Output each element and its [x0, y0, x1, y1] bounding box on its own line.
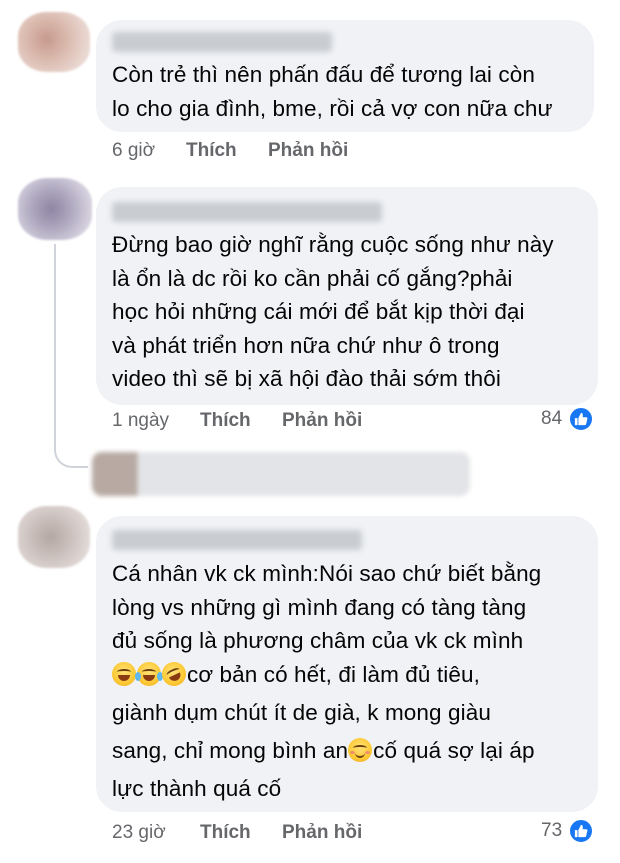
comment-time[interactable]: 23 giờ	[112, 822, 166, 844]
like-button-wrap: Thích	[200, 822, 251, 844]
thread-connector	[54, 420, 88, 468]
comment-text: Cá nhân vk ck mình:Nói sao chứ biết bằng…	[112, 557, 541, 805]
comment-line: Đừng bao giờ nghĩ rằng cuộc sống như này	[112, 232, 554, 257]
comment-line-with-emoji: cơ bản có hết, đi làm đủ tiêu,	[112, 657, 541, 696]
reply-button-wrap: Phản hồi	[282, 410, 362, 432]
reaction-count: 73	[541, 820, 563, 841]
comment-line-text: cố quá sợ lại áp	[373, 737, 535, 763]
like-button-wrap: Thích	[200, 410, 251, 432]
comment-time[interactable]: 6 giờ	[112, 140, 155, 162]
comment-line-text: sang, chỉ mong bình an	[112, 737, 349, 763]
like-button[interactable]: Thích	[200, 410, 251, 432]
like-button-wrap: Thích	[186, 140, 237, 162]
smiling-blush-emoji	[348, 737, 373, 762]
reaction-count: 84	[541, 408, 563, 429]
comment-actions: 23 giờ	[112, 822, 166, 844]
comment-line: Còn trẻ thì nên phấn đấu để tương lai cò…	[112, 62, 535, 87]
like-button[interactable]: Thích	[200, 822, 251, 844]
reply-button[interactable]: Phản hồi	[282, 410, 362, 432]
comment-line: học hỏi những cái mới để bắt kịp thời đạ…	[112, 299, 525, 324]
comment-line: giành dụm chút ít de già, k mong giàu	[112, 699, 491, 725]
comment-line: lòng vs những gì mình đang có tàng tàng	[112, 594, 527, 620]
commenter-name-blurred[interactable]	[112, 202, 382, 222]
reply-button-wrap: Phản hồi	[282, 822, 362, 844]
reply-button[interactable]: Phản hồi	[282, 822, 362, 844]
comment-actions: 1 ngày	[112, 410, 169, 432]
sweat-smile-emoji	[112, 661, 136, 686]
thread-line	[54, 244, 56, 449]
reply-button-wrap: Phản hồi	[268, 140, 348, 162]
comment-line: lo cho gia đình, bme, rồi cả vợ con nữa …	[112, 95, 553, 121]
crying-laughing-emoji	[135, 661, 163, 686]
comment-actions: 6 giờ	[112, 140, 155, 162]
like-icon	[568, 818, 595, 844]
commenter-name-blurred[interactable]	[112, 32, 332, 52]
commenter-name-blurred[interactable]	[112, 530, 362, 550]
comment-line: là ổn là dc rồi ko cần phải cố gắng?phải	[112, 265, 513, 291]
comment-line: lực thành quá cố	[112, 775, 282, 801]
reply-button[interactable]: Phản hồi	[268, 140, 348, 162]
comment-text: Còn trẻ thì nên phấn đấu để tương lai cò…	[112, 58, 553, 125]
comment-line: đủ sống là phương châm của vk ck mình	[112, 628, 524, 654]
rofl-emoji	[158, 657, 190, 690]
reply-preview-blurred[interactable]	[92, 452, 470, 496]
avatar[interactable]	[18, 506, 90, 568]
comment-line-with-emoji: sang, chỉ mong bình an cố quá sợ lại áp	[112, 734, 541, 772]
comment-text: Đừng bao giờ nghĩ rằng cuộc sống như này…	[112, 228, 554, 396]
comment-line: và phát triển hơn nữa chứ như ô trong	[112, 332, 500, 358]
avatar[interactable]	[18, 12, 90, 72]
reaction-summary[interactable]: 73	[541, 818, 595, 844]
reaction-summary[interactable]: 84	[541, 406, 595, 432]
like-button[interactable]: Thích	[186, 140, 237, 162]
comment-line: video thì sẽ bị xã hội đào thải sớm thôi	[112, 366, 501, 391]
comment-time[interactable]: 1 ngày	[112, 410, 169, 432]
like-icon	[568, 406, 595, 432]
comment-line: Cá nhân vk ck mình:Nói sao chứ biết bằng	[112, 561, 542, 586]
comment-line-text: cơ bản có hết, đi làm đủ tiêu,	[187, 661, 480, 687]
avatar[interactable]	[18, 178, 92, 240]
